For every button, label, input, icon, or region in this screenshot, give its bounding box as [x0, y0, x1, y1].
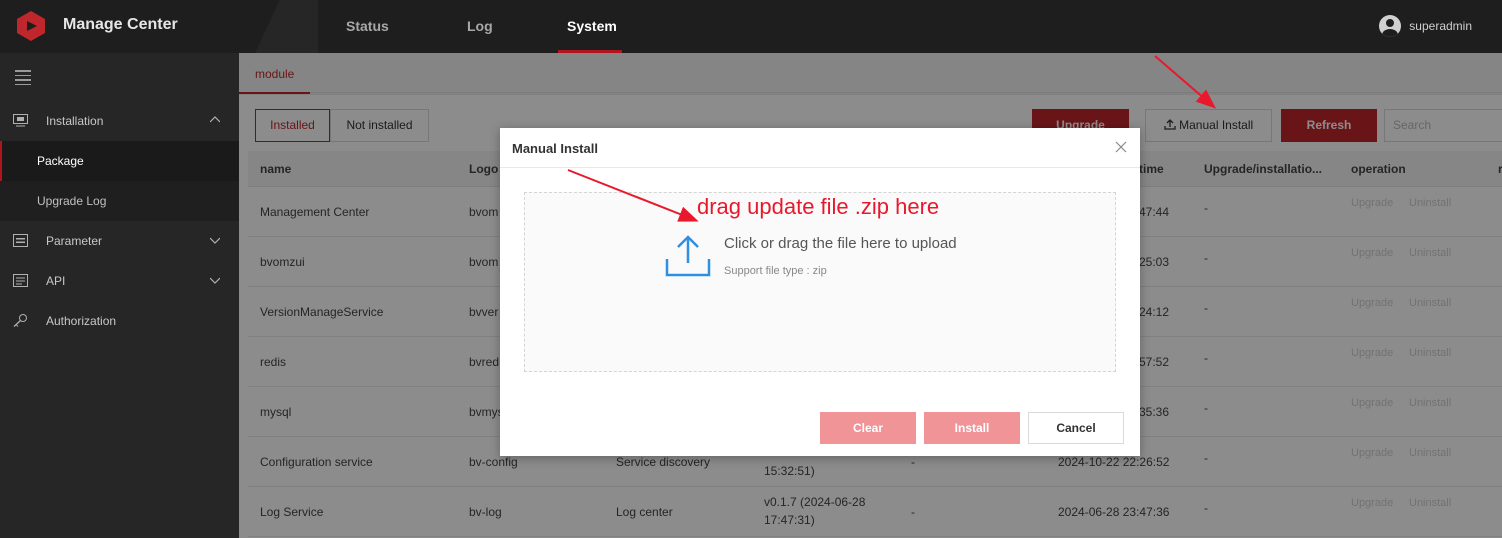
avatar-icon [1379, 15, 1402, 37]
clear-button[interactable]: Clear [820, 412, 916, 444]
tab-status[interactable]: Status [346, 18, 389, 34]
top-bar: Manage Center Status Log System superadm… [0, 0, 1502, 53]
tab-log[interactable]: Log [467, 18, 493, 34]
sidebar-item-package[interactable]: Package [0, 141, 239, 181]
close-icon[interactable] [1114, 140, 1128, 154]
install-button[interactable]: Install [924, 412, 1020, 444]
sidebar-item-api[interactable]: API [0, 261, 239, 301]
dialog-header: Manual Install [500, 128, 1140, 168]
sidebar-item-label: Parameter [46, 234, 103, 248]
sidebar-item-label: Installation [46, 114, 104, 128]
upload-icon [665, 235, 711, 277]
chevron-down-icon [210, 237, 220, 244]
chevron-down-icon [210, 277, 220, 284]
key-icon [13, 314, 27, 327]
sidebar-item-label: Package [37, 154, 84, 168]
sidebar-item-label: Authorization [46, 314, 117, 328]
api-doc-icon [13, 274, 28, 287]
list-icon [13, 234, 28, 247]
chevron-up-icon [210, 116, 220, 123]
menu-icon[interactable] [15, 70, 31, 88]
upload-dropzone[interactable]: drag update file .zip here Click or drag… [524, 192, 1116, 372]
sidebar-item-installation[interactable]: Installation [0, 101, 239, 141]
dialog-footer: Clear Install Cancel [500, 400, 1140, 456]
tab-system[interactable]: System [567, 18, 617, 34]
sidebar-item-authorization[interactable]: Authorization [0, 301, 239, 341]
cancel-button[interactable]: Cancel [1028, 412, 1124, 444]
annotation-text: drag update file .zip here [697, 194, 940, 219]
sidebar-item-label: API [46, 274, 66, 288]
sidebar-item-parameter[interactable]: Parameter [0, 221, 239, 261]
app-title: Manage Center [63, 16, 178, 33]
monitor-icon [13, 114, 28, 127]
manual-install-dialog: Manual Install drag update file .zip her… [500, 128, 1140, 456]
logo-icon [17, 11, 45, 41]
sidebar: Installation Package Upgrade Log Paramet… [0, 53, 239, 538]
user-menu[interactable]: superadmin [1379, 15, 1472, 37]
upload-text: Click or drag the file here to upload [724, 235, 957, 252]
username: superadmin [1409, 19, 1472, 33]
dialog-title: Manual Install [512, 141, 598, 156]
upload-hint: Support file type : zip [724, 265, 827, 277]
sidebar-item-upgrade-log[interactable]: Upgrade Log [0, 181, 239, 221]
sidebar-item-label: Upgrade Log [37, 194, 107, 208]
